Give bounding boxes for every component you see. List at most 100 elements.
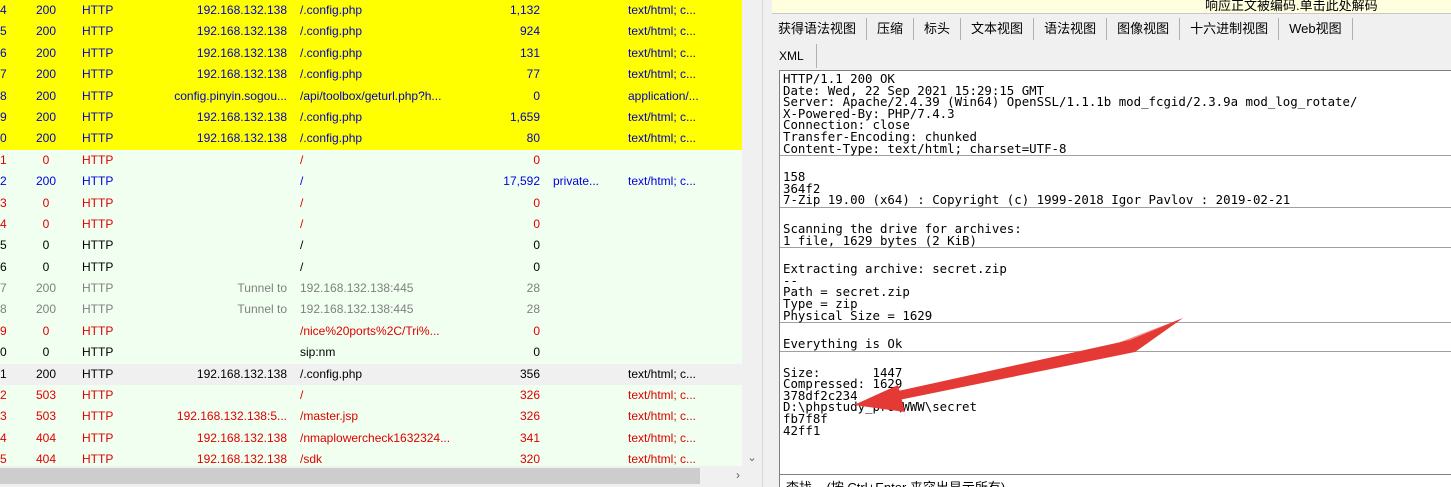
response-view-tabs: 获得语法视图 压缩 标头 文本视图 语法视图 图像视图 十六进制视图 Web视图 (772, 18, 1353, 44)
response-view-tabs-row2: XML (772, 44, 817, 68)
block-separator (780, 247, 1451, 260)
tab-5[interactable]: 图像视图 (1107, 18, 1181, 40)
session-number: 6 (0, 45, 7, 60)
session-row[interactable]: 5 200 HTTP 192.168.132.138 /.config.php 924 te… (0, 21, 742, 43)
session-protocol: HTTP (82, 388, 114, 403)
session-host: 192.168.132.138 (196, 366, 287, 381)
response-text-block: Everything is Ok (783, 336, 903, 352)
session-row[interactable]: 6 0 HTTP / 0 (0, 256, 742, 279)
session-url: sip:nm (300, 345, 336, 360)
session-number: 1 (0, 152, 7, 167)
session-row[interactable]: 9 200 HTTP 192.168.132.138 /.config.php 1,659… (0, 106, 742, 129)
session-host: 192.168.132.138 (196, 3, 287, 17)
session-url: / (300, 195, 304, 210)
session-number: 5 (0, 238, 7, 253)
session-row[interactable]: 4 200 HTTP 192.168.132.138 /.config.php 1,132… (0, 0, 742, 22)
session-number: 2 (0, 388, 7, 403)
session-row[interactable]: 7 200 HTTP 192.168.132.138 /.config.php 77 tex… (0, 64, 742, 86)
session-row[interactable]: 4 404 HTTP 192.168.132.138/nmaplowercheck16… (0, 427, 742, 450)
session-url: / (300, 216, 304, 231)
session-row[interactable]: 3 0 HTTP / 0 (0, 192, 742, 214)
session-number: 9 (0, 109, 7, 124)
session-result: 200 (35, 366, 57, 381)
chevron-right-icon[interactable]: › (736, 468, 740, 482)
session-host: 192.168.132.138 (196, 430, 287, 445)
session-result: 404 (35, 452, 57, 466)
session-body-size: 0 (533, 88, 540, 103)
session-list-horizontal-scrollbar[interactable]: › (0, 466, 762, 487)
block-separator (780, 322, 1451, 335)
session-host: Tunnel to (237, 281, 287, 296)
horizontal-scroll-thumb[interactable] (0, 468, 700, 484)
inspector-panel: 响应正文被编码.单击此处解码 获得语法视图 压缩 标头 文本视图 语法视图 图像视图 十六进… (772, 0, 1451, 487)
session-row[interactable]: 4 0 HTTP / 0 (0, 213, 742, 236)
tab-2[interactable]: 标头 (914, 18, 962, 40)
session-host: 192.168.132.138 (196, 45, 287, 60)
session-body-size: 0 (533, 259, 540, 274)
session-row[interactable]: 5 0 HTTP / 0 (0, 235, 742, 257)
session-row[interactable]: 2 503 HTTP / 326 text/html; c... (0, 385, 742, 407)
session-number: 2 (0, 174, 7, 189)
session-body-size: 924 (519, 24, 540, 39)
session-result: 0 (42, 238, 50, 253)
session-number: 5 (0, 452, 7, 466)
session-url: / (300, 174, 304, 189)
session-row[interactable]: 9 0 HTTP/nice%20ports%2C/Tri%... 0 (0, 320, 742, 343)
session-number: 6 (0, 259, 7, 274)
session-row[interactable]: 5 404 HTTP 192.168.132.138/sdk 320 text/html;… (0, 449, 742, 466)
decode-banner-text[interactable]: 响应正文被编码.单击此处解码 (1205, 0, 1378, 13)
session-row[interactable]: 0 200 HTTP 192.168.132.138 /.config.php 80 tex… (0, 128, 742, 150)
session-number: 9 (0, 323, 7, 338)
session-host: config.pinyin.sogou... (174, 88, 287, 103)
session-protocol: HTTP (82, 174, 114, 189)
session-result: 503 (35, 388, 57, 403)
session-number: 3 (0, 409, 7, 424)
session-protocol: HTTP (82, 430, 114, 445)
tab-xml[interactable]: XML (772, 44, 817, 68)
session-row[interactable]: 7 200 HTTP Tunnel to 192.168.132.138:445 28 (0, 278, 742, 300)
session-content-type: text/html; c... (628, 109, 697, 124)
block-separator (780, 350, 1451, 364)
session-protocol: HTTP (82, 259, 114, 274)
session-result: 200 (35, 67, 57, 82)
session-content-type: text/html; c... (628, 67, 697, 82)
chevron-down-icon[interactable]: ⌄ (742, 451, 762, 464)
decode-banner[interactable]: 响应正文被编码.单击此处解码 (772, 0, 1451, 14)
session-row[interactable]: 2 200 HTTP / 17,592 private... text/html; c... (0, 171, 742, 193)
session-url: / (300, 152, 304, 167)
session-content-type: text/html; c... (628, 366, 697, 381)
session-number: 0 (0, 131, 7, 146)
tab-6[interactable]: 十六进制视图 (1180, 18, 1280, 40)
session-row[interactable]: 0 0 HTTP sip:nm 0 (0, 342, 742, 364)
tab-0[interactable]: 获得语法视图 (772, 18, 868, 40)
session-number: 4 (0, 430, 7, 445)
session-result: 200 (35, 281, 57, 296)
session-row[interactable]: 6 200 HTTP 192.168.132.138 /.config.php 131 te… (0, 42, 742, 65)
session-content-type: text/html; c... (628, 409, 697, 424)
find-bar[interactable]: 查找... (按 Ctrl+Enter 来突出显示所有) (779, 474, 1451, 487)
session-row[interactable]: 8 200 HTTP config.pinyin.sogou... /api/toolb… (0, 85, 742, 107)
session-number: 8 (0, 88, 7, 103)
response-text-block: 158 364f2 7-Zip 19.00 (x64) : Copyright … (783, 169, 1291, 208)
session-content-type: text/html; c... (628, 430, 697, 445)
session-row[interactable]: 8 200 HTTP Tunnel to 192.168.132.138:445 28 (0, 299, 742, 321)
find-input[interactable]: 查找... (按 Ctrl+Enter 来突出显示所有) (786, 477, 1005, 487)
tab-7[interactable]: Web视图 (1279, 18, 1353, 40)
session-body-size: 0 (533, 238, 540, 253)
session-body-size: 0 (533, 216, 540, 231)
session-row[interactable]: 3 503 HTTP 192.168.132.138:5... /master.jsp 3… (0, 406, 742, 428)
response-text-view[interactable]: HTTP/1.1 200 OK Date: Wed, 22 Sep 2021 1… (779, 70, 1451, 475)
session-host: 192.168.132.138:5... (176, 409, 287, 424)
tab-3[interactable]: 文本视图 (961, 18, 1035, 40)
session-host: Tunnel to (237, 302, 287, 317)
session-protocol: HTTP (82, 3, 114, 17)
session-row[interactable]: 1 200 HTTP 192.168.132.138 /.config.php 356 te… (0, 363, 742, 386)
session-body-size: 356 (519, 366, 540, 381)
session-list-vertical-scrollbar[interactable]: ⌄ (742, 0, 762, 466)
session-body-size: 131 (519, 45, 540, 60)
tab-1[interactable]: 压缩 (867, 18, 915, 40)
tab-4[interactable]: 语法视图 (1034, 18, 1108, 40)
session-body-size: 0 (533, 345, 540, 360)
session-protocol: HTTP (82, 323, 114, 338)
session-row[interactable]: 1 0 HTTP / 0 (0, 149, 742, 172)
